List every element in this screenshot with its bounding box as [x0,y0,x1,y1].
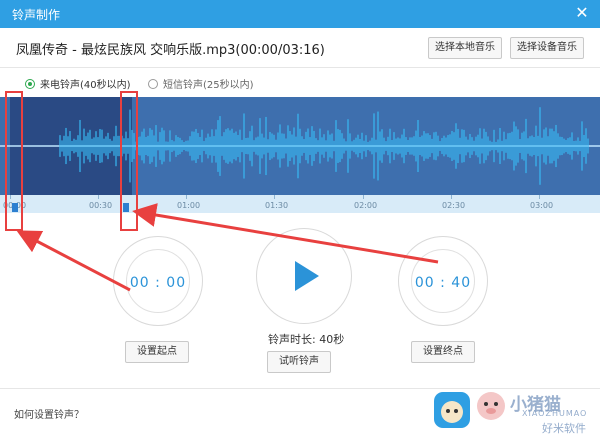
start-handle[interactable] [12,203,18,212]
tick-label: 02:30 [442,201,466,210]
help-link[interactable]: 如何设置铃声？ [14,406,84,421]
window-title: 铃声制作 [12,8,61,22]
start-time-dial: 00 : 00 [113,236,203,326]
radio-unchecked-icon [148,78,158,89]
preview-ringtone-button[interactable]: 试听铃声 [267,351,331,373]
tick-label: 00:30 [89,201,113,210]
choose-local-music-button[interactable]: 选择本地音乐 [428,37,502,59]
tick-mark [98,195,99,199]
tick-mark [363,195,364,199]
tick-mark [274,195,275,199]
tick-mark [451,195,452,199]
set-start-button[interactable]: 设置起点 [125,341,189,363]
waveform[interactable] [0,97,600,195]
watermark: 小猪猫 XIAOZHUMAO 好米软件 [430,384,600,442]
choose-device-music-button[interactable]: 选择设备音乐 [510,37,584,59]
tick-mark [539,195,540,199]
watermark-latin: XIAOZHUMAO [522,409,588,418]
call-ringtone-radio[interactable]: 来电铃声(40秒以内) [25,76,131,91]
set-end-button[interactable]: 设置终点 [411,341,475,363]
play-dial [256,228,352,324]
end-handle[interactable] [123,203,129,212]
end-time-value[interactable]: 00 : 40 [399,275,487,291]
tick-label: 01:30 [265,201,289,210]
sms-ringtone-radio[interactable]: 短信铃声(25秒以内) [148,76,254,91]
end-time-dial: 00 : 40 [398,236,488,326]
song-title: 凤凰传奇 - 最炫民族风 交响乐版.mp3(00:00/03:16) [16,43,325,58]
radio-checked-icon [25,78,35,89]
tick-label: 03:00 [530,201,554,210]
tick-mark [10,195,11,199]
cat-logo-icon [434,392,470,428]
close-icon[interactable]: ✕ [572,3,592,23]
title-bar: 铃声制作 ✕ [0,0,600,28]
play-icon[interactable] [293,259,321,293]
start-time-value[interactable]: 00 : 00 [114,275,202,291]
tick-label: 02:00 [354,201,378,210]
watermark-subtitle: 好米软件 [542,422,586,435]
pig-logo-icon [477,392,505,420]
waveform-graphic [0,97,600,195]
timeline-ruler[interactable]: 00:00 00:30 01:00 01:30 02:00 02:30 03:0… [0,195,600,213]
tick-label: 01:00 [177,201,201,210]
tick-mark [186,195,187,199]
divider [0,67,600,68]
sms-ringtone-label: 短信铃声(25秒以内) [163,80,254,91]
call-ringtone-label: 来电铃声(40秒以内) [40,80,131,91]
ringtone-duration: 铃声时长: 40秒 [268,333,345,346]
